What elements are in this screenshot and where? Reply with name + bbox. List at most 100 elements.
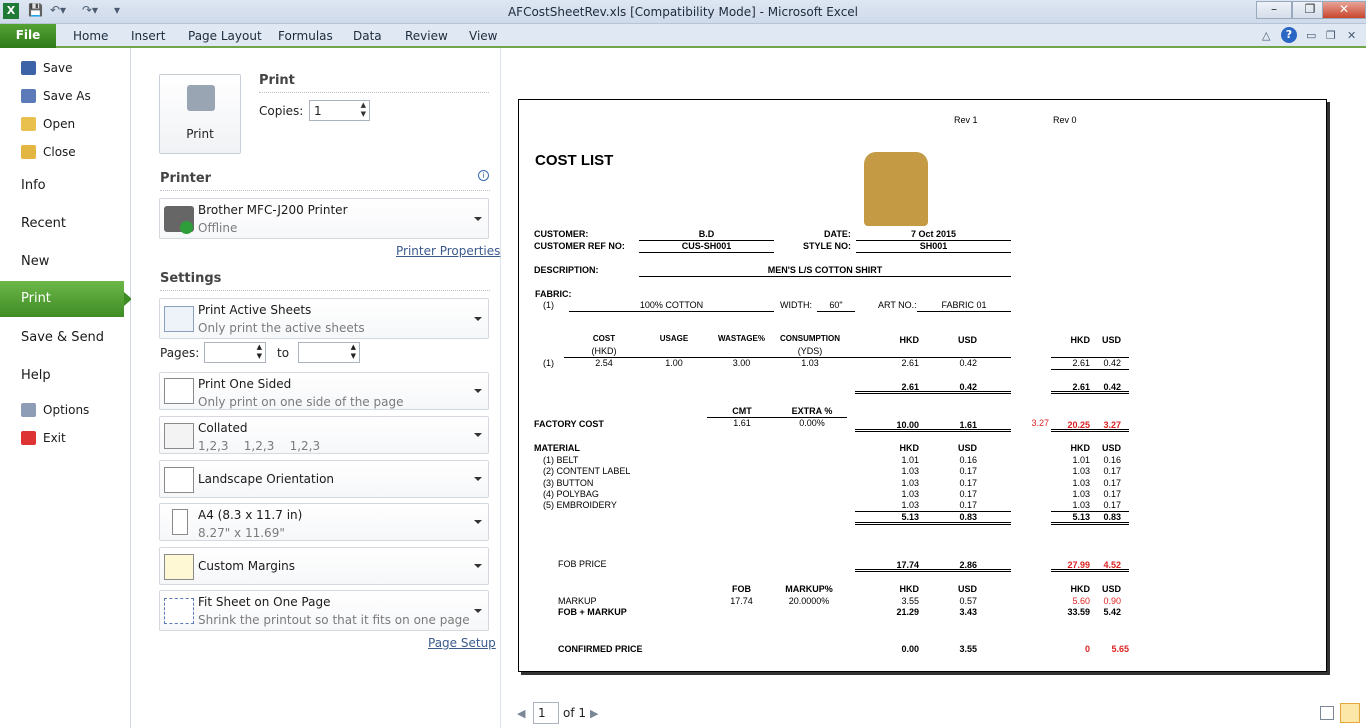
tab-view[interactable]: View xyxy=(469,29,497,43)
paper-desc: 8.27" x 11.69" xyxy=(198,526,285,540)
workbook-restore-icon[interactable]: ❐ xyxy=(1326,29,1336,42)
nav-save-send[interactable]: Save & Send xyxy=(21,330,104,345)
col-cost-unit: (HKD) xyxy=(591,346,617,356)
tab-insert[interactable]: Insert xyxy=(131,29,165,43)
printer-properties-link[interactable]: Printer Properties xyxy=(396,244,500,258)
nav-save[interactable]: Save xyxy=(21,58,72,78)
fabric-row-usd2: 0.42 xyxy=(1103,358,1121,368)
print-what-dropdown[interactable]: Print Active Sheets Only print the activ… xyxy=(159,298,489,339)
material-usd: 0.17 xyxy=(959,489,977,499)
copies-input[interactable]: 1 ▲ ▼ xyxy=(309,100,370,121)
material-usd-header: USD xyxy=(957,443,977,453)
paper-size-dropdown[interactable]: A4 (8.3 x 11.7 in) 8.27" x 11.69" xyxy=(159,503,489,541)
fabric-index: (1) xyxy=(543,300,554,310)
material-name: (5) EMBROIDERY xyxy=(543,500,617,510)
exit-icon xyxy=(21,431,36,445)
factory-cost-note: 3.27 xyxy=(1031,418,1049,428)
sheet-title: COST LIST xyxy=(535,152,614,169)
printer-name: Brother MFC-J200 Printer xyxy=(198,203,348,217)
pages-to-input[interactable]: ▲ ▼ xyxy=(298,342,360,363)
col-usd-header: USD xyxy=(957,335,977,345)
paper-icon xyxy=(172,509,188,535)
collation-dropdown[interactable]: Collated 1,2,3 1,2,3 1,2,3 xyxy=(159,416,489,454)
fabric-row-cost: 2.54 xyxy=(595,358,613,368)
margins-dropdown[interactable]: Custom Margins xyxy=(159,547,489,585)
fabric-label: FABRIC: xyxy=(535,289,572,299)
chevron-down-icon xyxy=(474,389,482,393)
material-label: MATERIAL xyxy=(534,443,580,453)
tab-home[interactable]: Home xyxy=(73,29,108,43)
minimize-ribbon-icon[interactable]: △ xyxy=(1262,29,1270,42)
nav-new[interactable]: New xyxy=(21,254,49,269)
total-double-rule xyxy=(1051,429,1129,432)
confirmed-hkd2: 0 xyxy=(1084,644,1090,654)
tab-page-layout[interactable]: Page Layout xyxy=(188,29,262,43)
col-usage-header: USAGE xyxy=(659,334,689,343)
prev-page-icon[interactable]: ◀ xyxy=(517,707,525,720)
collated-icon xyxy=(164,423,194,449)
tab-formulas[interactable]: Formulas xyxy=(278,29,333,43)
tab-review[interactable]: Review xyxy=(405,29,448,43)
orientation-dropdown[interactable]: Landscape Orientation xyxy=(159,460,489,498)
date-value: 7 Oct 2015 xyxy=(910,229,957,239)
underline xyxy=(817,311,855,312)
tab-file[interactable]: File xyxy=(0,24,56,48)
nav-close[interactable]: Close xyxy=(21,142,76,162)
tab-data[interactable]: Data xyxy=(353,29,382,43)
minimize-button[interactable]: – xyxy=(1256,1,1292,19)
workbook-minimize-icon[interactable]: ▭ xyxy=(1306,29,1316,42)
nav-help[interactable]: Help xyxy=(21,368,51,383)
print-what-desc: Only print the active sheets xyxy=(198,321,365,335)
zoom-to-page-icon[interactable] xyxy=(1340,703,1360,723)
extra-value: 0.00% xyxy=(799,418,825,428)
markup-pct-value: 20.0000% xyxy=(788,596,830,606)
width-value: 60" xyxy=(829,300,843,310)
confirmed-usd: 3.55 xyxy=(959,644,977,654)
custref-value: CUS-SH001 xyxy=(681,241,732,251)
copies-label: Copies: xyxy=(259,104,304,118)
nav-exit[interactable]: Exit xyxy=(21,428,66,448)
nav-options[interactable]: Options xyxy=(21,400,89,420)
fabric-row-hkd: 2.61 xyxy=(901,358,919,368)
print-button[interactable]: Print xyxy=(159,74,241,154)
material-usd2: 0.17 xyxy=(1103,500,1121,510)
next-page-icon[interactable]: ▶ xyxy=(590,707,598,720)
page-number-input[interactable]: 1 xyxy=(533,702,559,724)
copies-spinner-icon[interactable]: ▲ ▼ xyxy=(361,101,366,119)
printer-dropdown[interactable]: Brother MFC-J200 Printer Offline xyxy=(159,198,489,239)
material-usd2: 0.16 xyxy=(1103,455,1121,465)
material-usd2: 0.17 xyxy=(1103,489,1121,499)
nav-recent[interactable]: Recent xyxy=(21,216,66,231)
divider xyxy=(259,92,489,93)
print-button-label: Print xyxy=(186,127,214,141)
page-setup-link[interactable]: Page Setup xyxy=(428,636,496,650)
pages-from-spinner-icon[interactable]: ▲ ▼ xyxy=(257,343,262,361)
divider xyxy=(160,190,490,191)
material-hkd: 1.03 xyxy=(901,478,919,488)
material-usd: 0.16 xyxy=(959,455,977,465)
row-rule xyxy=(1051,369,1129,370)
info-icon[interactable]: i xyxy=(478,170,489,181)
nav-print[interactable]: Print xyxy=(0,281,132,317)
custref-label: CUSTOMER REF NO: xyxy=(534,241,625,251)
options-icon xyxy=(21,403,36,417)
help-icon[interactable]: ? xyxy=(1281,27,1297,43)
close-folder-icon xyxy=(21,145,36,159)
print-what-title: Print Active Sheets xyxy=(198,303,312,317)
scaling-dropdown[interactable]: Fit Sheet on One Page Shrink the printou… xyxy=(159,590,489,631)
nav-open[interactable]: Open xyxy=(21,114,75,134)
workbook-close-icon[interactable]: ✕ xyxy=(1347,29,1356,42)
close-window-button[interactable]: ✕ xyxy=(1322,1,1366,19)
show-margins-icon[interactable] xyxy=(1320,706,1334,720)
nav-info[interactable]: Info xyxy=(21,178,46,193)
total-double-rule xyxy=(1051,522,1129,525)
width-label: WIDTH: xyxy=(780,300,812,310)
ready-check-icon xyxy=(180,221,193,234)
nav-save-as[interactable]: Save As xyxy=(21,86,91,106)
material-usd: 0.17 xyxy=(959,500,977,510)
pages-from-input[interactable]: ▲ ▼ xyxy=(204,342,266,363)
pages-to-spinner-icon[interactable]: ▲ ▼ xyxy=(351,343,356,361)
sides-dropdown[interactable]: Print One Sided Only print on one side o… xyxy=(159,372,489,410)
printer-heading: Printer xyxy=(160,171,212,186)
markup-usd2: 0.90 xyxy=(1103,596,1121,606)
